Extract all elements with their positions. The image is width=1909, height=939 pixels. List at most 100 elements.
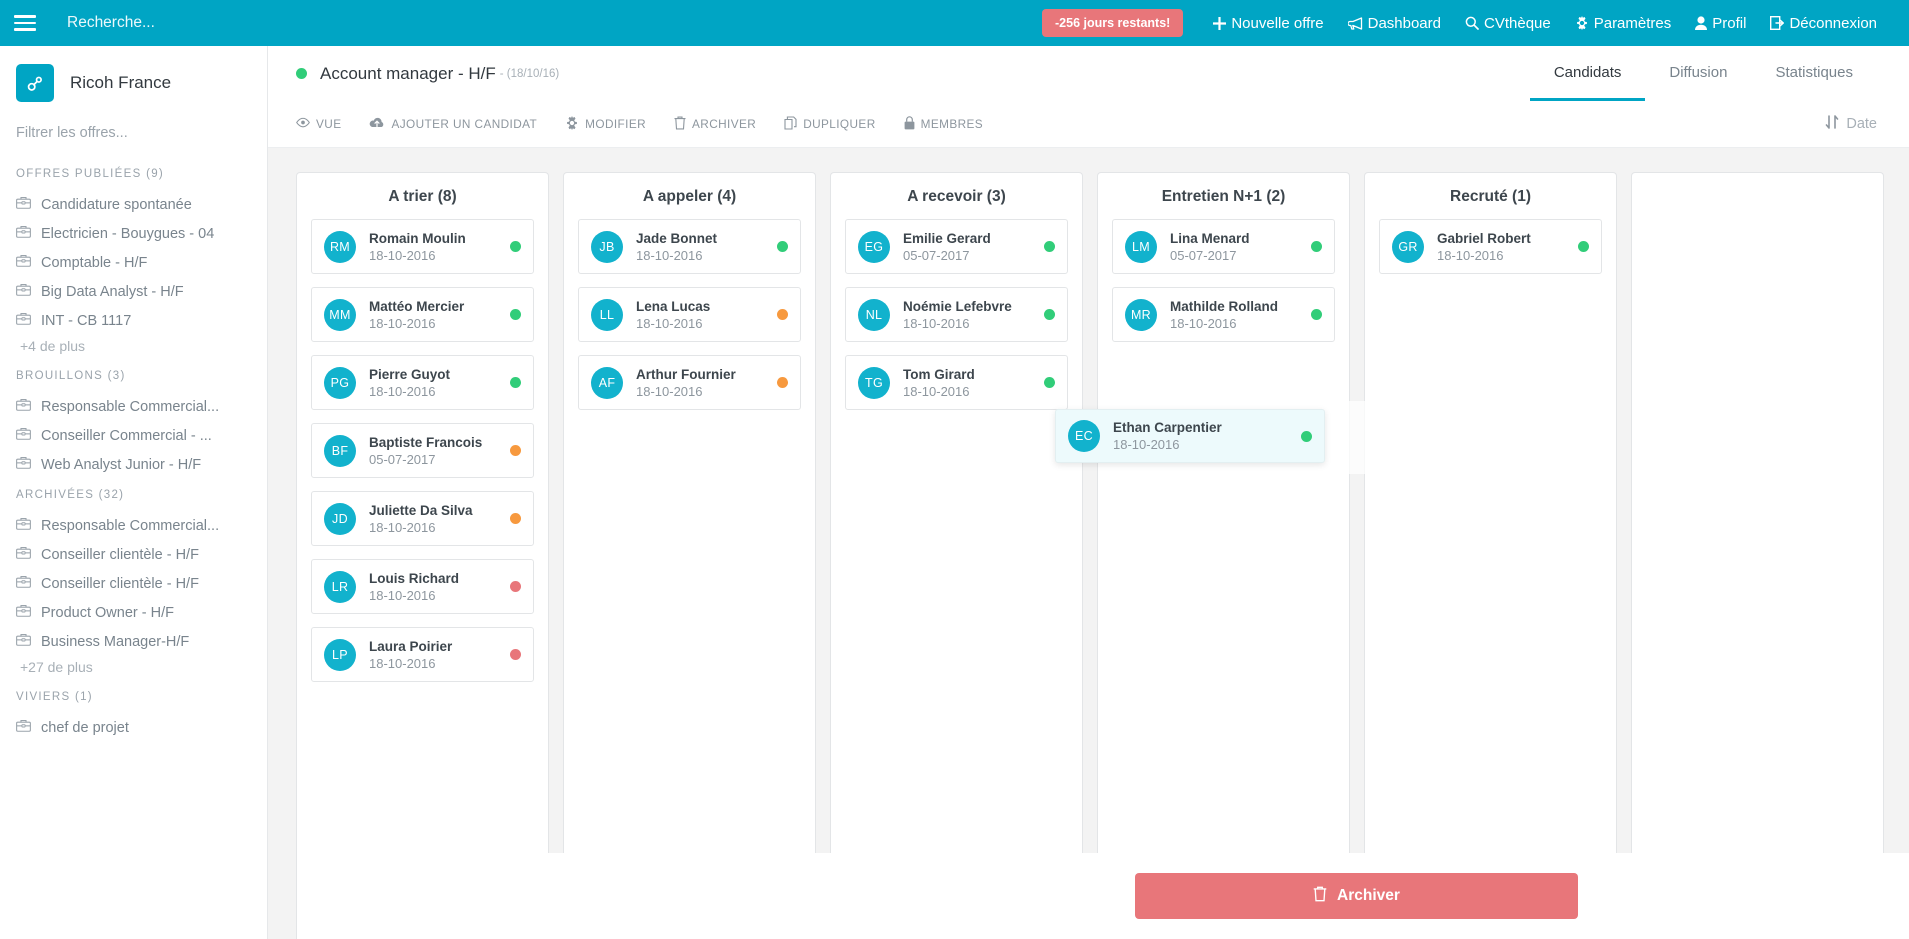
kanban-column: A recevoir (3) EG Emilie Gerard 05-07-2017 N… [830, 172, 1083, 939]
drag-ghost-card[interactable]: EC Ethan Carpentier 18-10-2016 [1055, 409, 1325, 463]
sidebar-sections: OFFRES PUBLIÉES (9) Candidature spontanée… [0, 158, 267, 742]
candidate-card[interactable]: PG Pierre Guyot 18-10-2016 [311, 355, 534, 410]
candidate-name: Ethan Carpentier [1113, 420, 1222, 435]
candidate-date: 18-10-2016 [903, 383, 970, 399]
sidebar-show-more[interactable]: +4 de plus [0, 335, 267, 360]
sidebar-item-offer[interactable]: Comptable - H/F [0, 248, 267, 277]
nav-parametres[interactable]: Paramètres [1563, 0, 1684, 46]
megaphone-icon [1347, 16, 1363, 30]
sort-control[interactable]: Date [1825, 115, 1877, 133]
action-modifier[interactable]: MODIFIER [565, 115, 646, 133]
trash-icon [674, 116, 686, 133]
sidebar-item-offer[interactable]: INT - CB 1117 [0, 306, 267, 335]
tab-diffusion[interactable]: Diffusion [1645, 46, 1751, 101]
candidate-name: Romain Moulin [369, 230, 466, 246]
candidate-card[interactable]: NL Noémie Lefebvre 18-10-2016 [845, 287, 1068, 342]
sidebar-item-offer[interactable]: Business Manager-H/F [0, 627, 267, 656]
search-input[interactable] [67, 14, 417, 32]
candidate-date: 05-07-2017 [1170, 247, 1237, 263]
archive-button[interactable]: Archiver [1135, 873, 1578, 919]
action-bar: VUE AJOUTER UN CANDIDAT MODIFIER ARCHIVE… [268, 101, 1909, 148]
days-remaining-badge[interactable]: -256 jours restants! [1042, 9, 1184, 37]
candidate-name: Tom Girard [903, 366, 975, 382]
briefcase-icon [16, 196, 31, 209]
sidebar-item-offer[interactable]: Responsable Commercial... [0, 511, 267, 540]
briefcase-icon [16, 398, 31, 411]
candidate-name: Lina Menard [1170, 230, 1250, 246]
sidebar-item-offer[interactable]: Candidature spontanée [0, 190, 267, 219]
action-vue[interactable]: VUE [296, 117, 341, 131]
action-membres[interactable]: MEMBRES [904, 115, 983, 133]
sidebar-item-label: Conseiller clientèle - H/F [41, 546, 199, 563]
candidate-name: Juliette Da Silva [369, 502, 473, 518]
candidate-card[interactable]: MM Mattéo Mercier 18-10-2016 [311, 287, 534, 342]
sidebar-item-offer[interactable]: Responsable Commercial... [0, 392, 267, 421]
sidebar-item-offer[interactable]: Web Analyst Junior - H/F [0, 450, 267, 479]
candidate-card[interactable]: AF Arthur Fournier 18-10-2016 [578, 355, 801, 410]
action-label: ARCHIVER [692, 117, 757, 131]
gear-icon [1575, 16, 1589, 30]
briefcase-icon [16, 517, 31, 534]
avatar: MM [324, 298, 356, 331]
sidebar-item-offer[interactable]: Conseiller Commercial - ... [0, 421, 267, 450]
copy-icon [784, 115, 797, 133]
sidebar-item-label: chef de projet [41, 719, 129, 736]
candidate-card[interactable]: MR Mathilde Rolland 18-10-2016 [1112, 287, 1335, 342]
hamburger-icon[interactable] [14, 0, 42, 46]
link-icon [16, 64, 54, 102]
candidate-date: 18-10-2016 [369, 655, 436, 671]
candidate-card[interactable]: JB Jade Bonnet 18-10-2016 [578, 219, 801, 274]
action-dupliquer[interactable]: DUPLIQUER [784, 115, 875, 133]
nav-profil[interactable]: Profil [1683, 0, 1758, 46]
status-badge [1578, 241, 1589, 252]
avatar: RM [324, 230, 356, 263]
candidate-card[interactable]: RM Romain Moulin 18-10-2016 [311, 219, 534, 274]
briefcase-icon [16, 254, 31, 267]
status-badge [510, 445, 521, 456]
sidebar-item-offer[interactable]: Conseiller clientèle - H/F [0, 569, 267, 598]
candidate-card[interactable]: TG Tom Girard 18-10-2016 [845, 355, 1068, 410]
sidebar-item-offer[interactable]: Big Data Analyst - H/F [0, 277, 267, 306]
candidate-card[interactable]: EG Emilie Gerard 05-07-2017 [845, 219, 1068, 274]
briefcase-icon [16, 225, 31, 242]
candidate-card[interactable]: LR Louis Richard 18-10-2016 [311, 559, 534, 614]
candidate-card[interactable]: LL Lena Lucas 18-10-2016 [578, 287, 801, 342]
brand[interactable]: Ricoh France [0, 46, 267, 120]
sidebar-item-offer[interactable]: Electricien - Bouygues - 04 [0, 219, 267, 248]
candidate-card[interactable]: LP Laura Poirier 18-10-2016 [311, 627, 534, 682]
top-bar: -256 jours restants! Nouvelle offre Dash… [0, 0, 1909, 46]
trash-icon [1313, 886, 1327, 907]
candidate-card[interactable]: BF Baptiste Francois 05-07-2017 [311, 423, 534, 478]
nav-dashboard[interactable]: Dashboard [1336, 0, 1453, 46]
action-archiver[interactable]: ARCHIVER [674, 116, 756, 133]
sidebar-item-label: Responsable Commercial... [41, 517, 220, 534]
candidate-card[interactable]: JD Juliette Da Silva 18-10-2016 [311, 491, 534, 546]
candidate-card[interactable]: GR Gabriel Robert 18-10-2016 [1379, 219, 1602, 274]
main-content: Account manager - H/F - (18/10/16) Candi… [268, 46, 1909, 939]
tab-candidats[interactable]: Candidats [1529, 46, 1646, 101]
avatar: LM [1125, 230, 1157, 263]
card-body: Ethan Carpentier 18-10-2016 [1113, 420, 1301, 452]
briefcase-icon [16, 517, 31, 530]
sidebar-section-title: VIVIERS (1) [16, 691, 93, 703]
briefcase-icon [16, 312, 31, 329]
action-ajouter-candidat[interactable]: AJOUTER UN CANDIDAT [369, 117, 537, 132]
candidate-name: Louis Richard [369, 570, 460, 586]
sidebar-item-offer[interactable]: Product Owner - H/F [0, 598, 267, 627]
candidate-name: Emilie Gerard [903, 230, 991, 246]
candidate-date: 18-10-2016 [369, 587, 436, 603]
user-icon [1695, 16, 1708, 30]
filter-offers-input[interactable] [16, 125, 236, 141]
candidate-card[interactable]: LM Lina Menard 05-07-2017 [1112, 219, 1335, 274]
nav-deconnexion[interactable]: Déconnexion [1758, 0, 1889, 46]
action-label: AJOUTER UN CANDIDAT [391, 117, 538, 131]
tab-statistiques[interactable]: Statistiques [1751, 46, 1877, 101]
nav-nouvelle-offre[interactable]: Nouvelle offre [1201, 0, 1335, 46]
sidebar-item-offer[interactable]: Conseiller clientèle - H/F [0, 540, 267, 569]
briefcase-icon [16, 225, 31, 238]
sidebar-item-offer[interactable]: chef de projet [0, 713, 267, 742]
nav-cvtheque[interactable]: CVthèque [1453, 0, 1563, 46]
nav-label: CVthèque [1484, 14, 1551, 32]
briefcase-icon [16, 196, 31, 213]
sidebar-show-more[interactable]: +27 de plus [0, 656, 267, 681]
